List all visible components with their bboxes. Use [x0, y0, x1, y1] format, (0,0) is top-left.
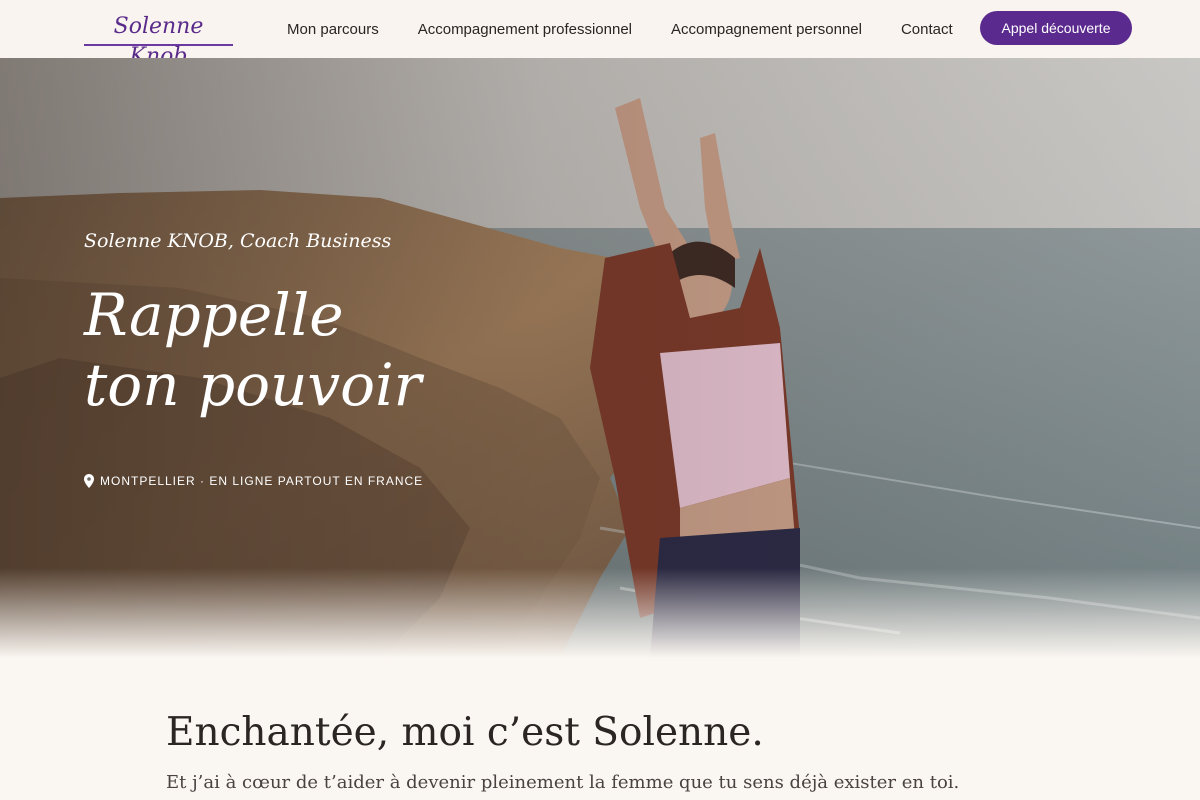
hero-location: MONTPELLIER · EN LIGNE PARTOUT EN FRANCE [84, 474, 423, 488]
nav-link-accompagnement-personnel[interactable]: Accompagnement personnel [671, 21, 862, 38]
hero-subtitle: Solenne KNOB, Coach Business [84, 230, 392, 252]
site-header: Solenne Knob Mon parcours Accompagnement… [0, 0, 1200, 69]
appel-decouverte-button[interactable]: Appel découverte [980, 11, 1132, 45]
nav-link-mon-parcours[interactable]: Mon parcours [287, 21, 379, 38]
nav-link-accompagnement-professionnel[interactable]: Accompagnement professionnel [418, 21, 632, 38]
map-pin-icon [84, 474, 94, 488]
hero-title-line-2: ton pouvoir [84, 351, 422, 419]
nav-link-contact[interactable]: Contact [901, 21, 953, 38]
hero-title: Rappelle ton pouvoir [84, 280, 421, 420]
hero-title-line-1: Rappelle [84, 281, 344, 349]
hero-bottom-fade [0, 568, 1200, 658]
site-logo[interactable]: Solenne Knob [84, 12, 233, 69]
hero-location-text: MONTPELLIER · EN LIGNE PARTOUT EN FRANCE [100, 474, 424, 488]
intro-heading: Enchantée, moi c’est Solenne. [166, 710, 764, 755]
main-nav: Mon parcours Accompagnement professionne… [287, 0, 953, 58]
hero-section: Solenne KNOB, Coach Business Rappelle to… [0, 58, 1200, 658]
intro-text: Et j’ai à cœur de t’aider à devenir plei… [166, 772, 960, 793]
